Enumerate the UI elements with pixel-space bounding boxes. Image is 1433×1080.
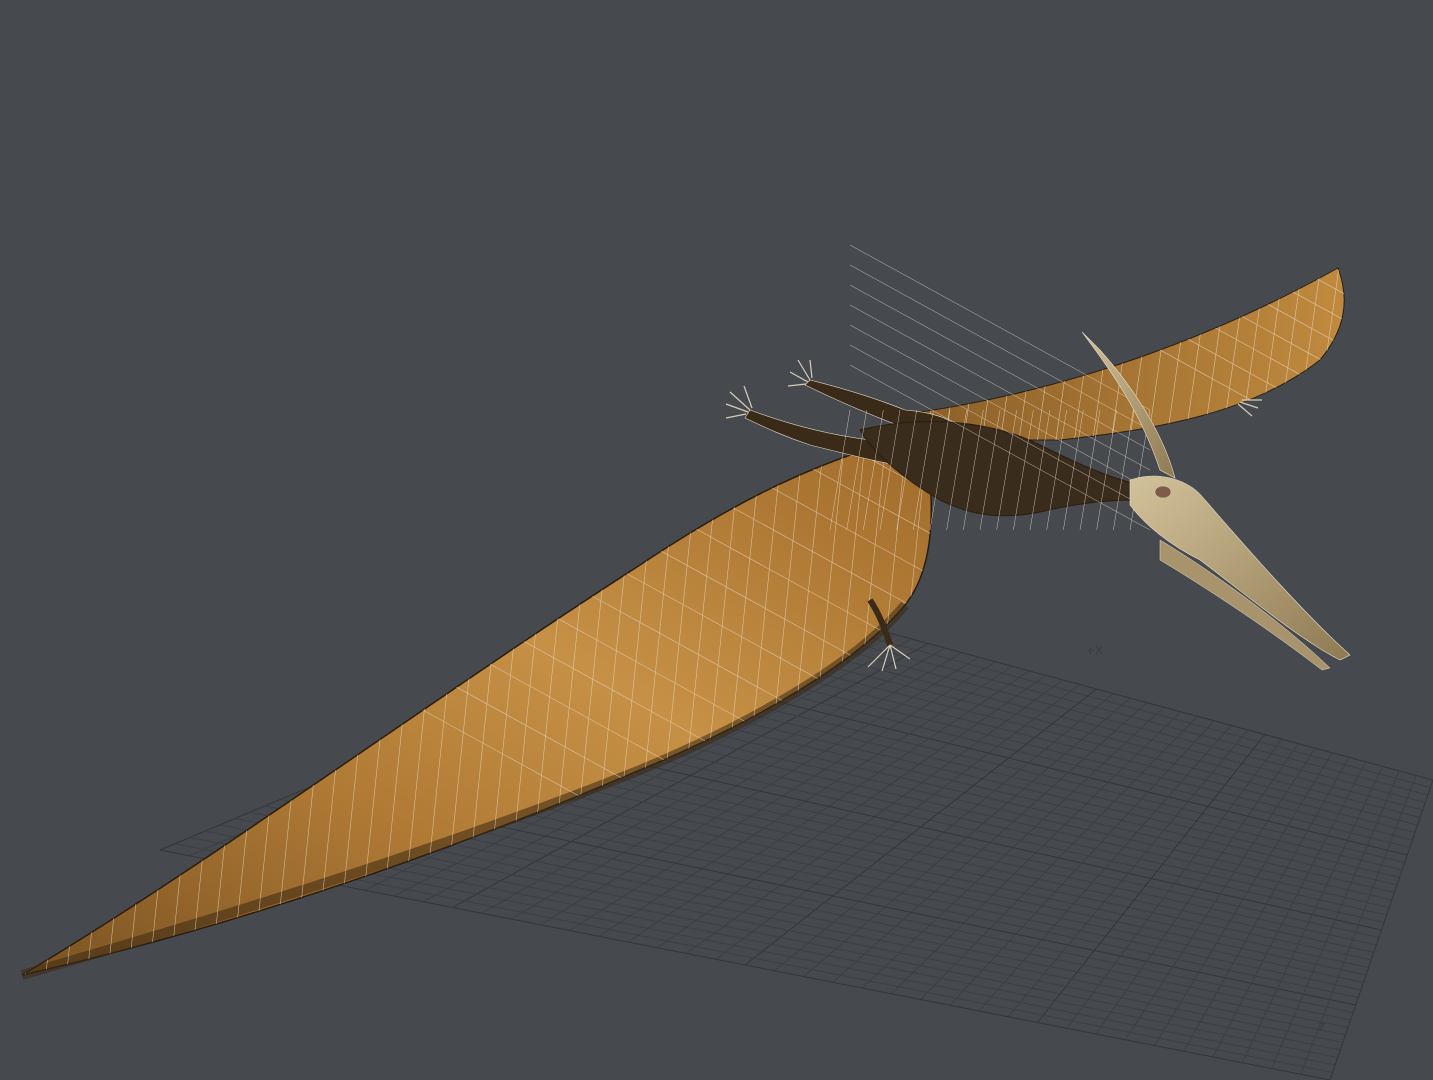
- grid-line: [1183, 757, 1350, 1052]
- wire-line: [352, 445, 414, 975]
- wire-line: [900, 268, 1345, 277]
- wire-line: [63, 445, 125, 975]
- axis-label-x: +X: [1086, 644, 1103, 657]
- wire-line: [311, 445, 373, 975]
- grid-line: [1241, 766, 1383, 1063]
- 3d-viewport[interactable]: -Z +X Z: [0, 0, 1433, 1080]
- wire-line: [42, 445, 104, 975]
- wire-line: [22, 445, 83, 975]
- pterosaur-model[interactable]: [0, 0, 1360, 1000]
- axis-label-z-near: Z: [1318, 1021, 1326, 1034]
- grid-line: [1212, 761, 1367, 1058]
- wire-line: [0, 420, 21, 1000]
- wire-line: [22, 445, 932, 462]
- grid-line: [1154, 752, 1333, 1046]
- head: [1129, 475, 1351, 661]
- wire-line: [22, 445, 932, 545]
- wire-line: [270, 445, 331, 975]
- wire-line: [849, 244, 1151, 411]
- wire-line: [22, 445, 932, 711]
- wire-line: [0, 0, 950, 420]
- wire-line: [900, 268, 1345, 382]
- wire-line: [22, 445, 932, 669]
- eye: [1154, 485, 1172, 499]
- wire-line: [290, 445, 352, 975]
- wire-line: [22, 445, 42, 975]
- wire-line: [880, 0, 1360, 250]
- wire-line: [900, 268, 1345, 303]
- wire-line: [22, 445, 932, 628]
- wire-line: [249, 445, 311, 975]
- grid-line: [1271, 770, 1400, 1069]
- wire-line: [900, 268, 1345, 356]
- wire-line: [22, 445, 932, 586]
- wire-line: [900, 268, 1345, 330]
- wire-line: [22, 445, 932, 504]
- wire-line: [22, 445, 63, 975]
- wire-line: [228, 445, 290, 975]
- viewport-scene: -Z +X Z: [0, 0, 1433, 1080]
- wire-line: [332, 445, 393, 975]
- right-wing: [898, 267, 1345, 441]
